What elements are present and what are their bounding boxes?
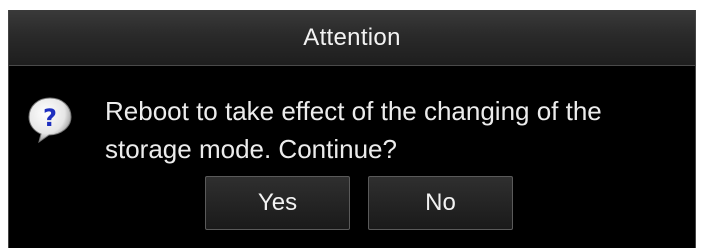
dialog-content: ? Reboot to take effect of the changing …: [9, 66, 695, 248]
screen: Attention ? Reboot to take effect of the…: [0, 0, 705, 248]
background-strip: [0, 0, 705, 10]
dialog-title-bar[interactable]: Attention: [9, 10, 695, 66]
question-icon: ?: [25, 94, 75, 144]
no-button[interactable]: No: [368, 176, 513, 230]
svg-text:?: ?: [43, 104, 57, 132]
yes-button[interactable]: Yes: [205, 176, 350, 230]
attention-dialog: Attention ? Reboot to take effect of the…: [8, 10, 696, 248]
dialog-message: Reboot to take effect of the changing of…: [105, 96, 602, 164]
dialog-title: Attention: [303, 23, 401, 51]
